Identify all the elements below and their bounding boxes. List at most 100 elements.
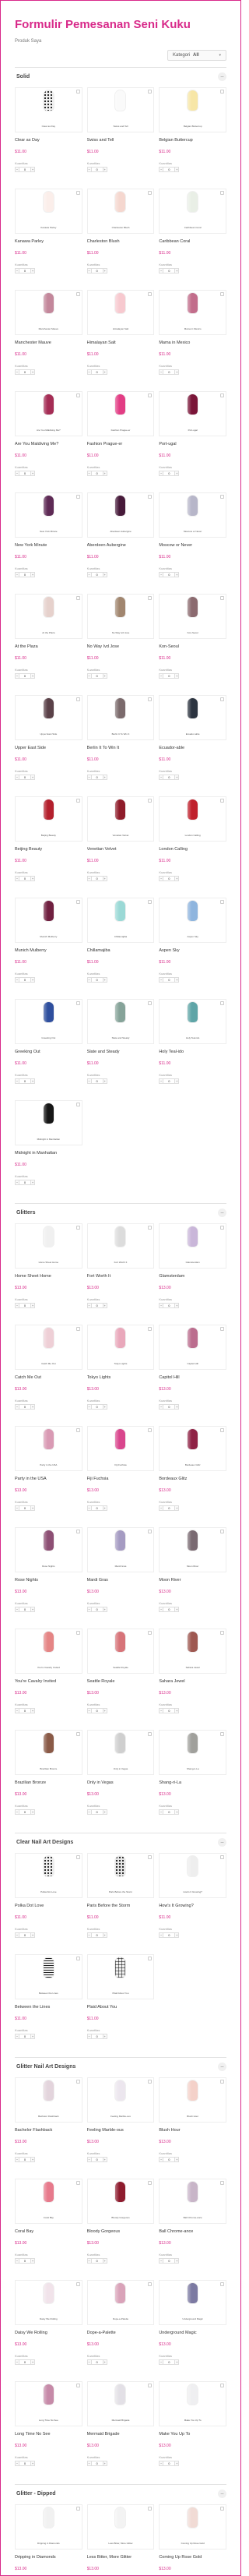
- quantity-input[interactable]: 0: [19, 1303, 30, 1308]
- quantity-input[interactable]: 0: [91, 1505, 103, 1511]
- increment-button[interactable]: +: [102, 1078, 107, 1084]
- product-image[interactable]: Bordeaux Glitz: [159, 1426, 226, 1471]
- quantity-input[interactable]: 0: [91, 2258, 103, 2264]
- increment-button[interactable]: +: [174, 2461, 180, 2466]
- quantity-input[interactable]: 0: [163, 673, 175, 679]
- increment-button[interactable]: +: [102, 1607, 107, 1612]
- product-image[interactable]: Aspen Sky: [159, 898, 226, 943]
- select-checkbox[interactable]: [219, 292, 224, 296]
- quantity-input[interactable]: 0: [91, 2157, 103, 2162]
- product-image[interactable]: Munich Mulberry: [15, 898, 82, 943]
- select-checkbox[interactable]: [219, 1855, 224, 1859]
- select-checkbox[interactable]: [75, 2080, 80, 2084]
- increment-button[interactable]: +: [30, 167, 35, 172]
- quantity-input[interactable]: 0: [91, 2034, 103, 2039]
- quantity-input[interactable]: 0: [19, 876, 30, 881]
- select-checkbox[interactable]: [148, 1631, 153, 1635]
- select-checkbox[interactable]: [219, 596, 224, 600]
- quantity-input[interactable]: 0: [19, 1708, 30, 1713]
- select-checkbox[interactable]: [148, 799, 153, 803]
- product-image[interactable]: Himalayan Salt: [86, 290, 155, 335]
- select-checkbox[interactable]: [219, 697, 224, 701]
- increment-button[interactable]: +: [30, 369, 35, 375]
- increment-button[interactable]: +: [102, 471, 107, 476]
- select-checkbox[interactable]: [148, 900, 153, 904]
- select-checkbox[interactable]: [148, 2384, 153, 2387]
- product-image[interactable]: Tokyo Lights: [86, 1325, 155, 1370]
- select-checkbox[interactable]: [148, 2282, 153, 2286]
- product-image[interactable]: Fort Worth It: [86, 1223, 155, 1269]
- quantity-input[interactable]: 0: [163, 1809, 175, 1815]
- product-image[interactable]: Mama in Mexico: [159, 290, 226, 335]
- select-checkbox[interactable]: [75, 1327, 80, 1331]
- quantity-input[interactable]: 0: [163, 2461, 175, 2466]
- increment-button[interactable]: +: [102, 1404, 107, 1410]
- collapse-icon[interactable]: −: [218, 2063, 226, 2071]
- select-checkbox[interactable]: [219, 2181, 224, 2185]
- quantity-input[interactable]: 0: [19, 977, 30, 983]
- quantity-input[interactable]: 0: [19, 2034, 30, 2039]
- product-image[interactable]: Mermaid Brigade: [86, 2381, 155, 2426]
- select-checkbox[interactable]: [219, 1226, 224, 1230]
- select-checkbox[interactable]: [75, 1530, 80, 1533]
- select-checkbox[interactable]: [219, 90, 224, 94]
- product-image[interactable]: Clear as Day: [15, 87, 82, 132]
- select-checkbox[interactable]: [219, 2384, 224, 2387]
- section-header-solid[interactable]: Solid −: [15, 67, 226, 84]
- quantity-input[interactable]: 0: [91, 1078, 103, 1084]
- increment-button[interactable]: +: [30, 775, 35, 780]
- increment-button[interactable]: +: [30, 1180, 35, 1185]
- increment-button[interactable]: +: [174, 977, 180, 983]
- select-checkbox[interactable]: [148, 2507, 153, 2511]
- product-image[interactable]: Glamsterdam: [159, 1223, 226, 1269]
- select-checkbox[interactable]: [75, 596, 80, 600]
- product-image[interactable]: Bloody Gorgeous: [86, 2179, 155, 2224]
- quantity-input[interactable]: 0: [91, 1404, 103, 1410]
- increment-button[interactable]: +: [102, 1932, 107, 1938]
- section-header-glitters[interactable]: Glitters −: [15, 1203, 226, 1220]
- increment-button[interactable]: +: [174, 1607, 180, 1612]
- product-image[interactable]: Moon River: [159, 1527, 226, 1572]
- product-image[interactable]: Shang-ri-La: [159, 1730, 226, 1775]
- increment-button[interactable]: +: [102, 775, 107, 780]
- quantity-input[interactable]: 0: [91, 2461, 103, 2466]
- select-checkbox[interactable]: [219, 1327, 224, 1331]
- product-image[interactable]: Daisy We Rolling: [15, 2280, 82, 2325]
- product-image[interactable]: Greeking Out: [15, 999, 82, 1044]
- increment-button[interactable]: +: [174, 673, 180, 679]
- product-image[interactable]: Paris Before the Storm: [86, 1853, 155, 1898]
- select-checkbox[interactable]: [75, 2181, 80, 2185]
- product-image[interactable]: Beijing Beauty: [15, 796, 82, 842]
- quantity-input[interactable]: 0: [91, 1607, 103, 1612]
- section-header-glitter-nail-art-designs[interactable]: Glitter Nail Art Designs −: [15, 2057, 226, 2074]
- product-image[interactable]: Venetian Velvet: [86, 796, 155, 842]
- product-image[interactable]: Belgian Buttercup: [159, 87, 226, 132]
- select-checkbox[interactable]: [148, 1732, 153, 1736]
- quantity-input[interactable]: 0: [163, 471, 175, 476]
- product-image[interactable]: Seattle Royale: [86, 1629, 155, 1674]
- quantity-input[interactable]: 0: [19, 673, 30, 679]
- increment-button[interactable]: +: [30, 572, 35, 577]
- product-image[interactable]: Rose Nights: [15, 1527, 82, 1572]
- increment-button[interactable]: +: [102, 2034, 107, 2039]
- increment-button[interactable]: +: [174, 1078, 180, 1084]
- product-image[interactable]: At the Plaza: [15, 594, 82, 639]
- collapse-icon[interactable]: −: [218, 1838, 226, 1847]
- select-checkbox[interactable]: [75, 1428, 80, 1432]
- select-checkbox[interactable]: [75, 1001, 80, 1005]
- increment-button[interactable]: +: [174, 1932, 180, 1938]
- product-image[interactable]: Coming Up Rose Gold: [159, 2504, 226, 2550]
- increment-button[interactable]: +: [174, 2258, 180, 2264]
- quantity-input[interactable]: 0: [19, 1932, 30, 1938]
- select-checkbox[interactable]: [219, 799, 224, 803]
- select-checkbox[interactable]: [219, 2507, 224, 2511]
- quantity-input[interactable]: 0: [19, 775, 30, 780]
- product-image[interactable]: London Calling: [159, 796, 226, 842]
- increment-button[interactable]: +: [102, 167, 107, 172]
- quantity-input[interactable]: 0: [163, 369, 175, 375]
- product-image[interactable]: Underground Magic: [159, 2280, 226, 2325]
- increment-button[interactable]: +: [30, 268, 35, 273]
- select-checkbox[interactable]: [148, 2080, 153, 2084]
- increment-button[interactable]: +: [174, 369, 180, 375]
- select-checkbox[interactable]: [219, 1530, 224, 1533]
